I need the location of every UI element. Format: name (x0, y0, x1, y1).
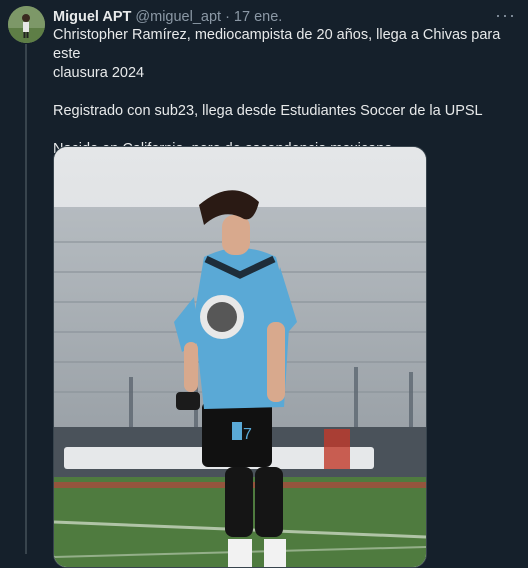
author-handle[interactable]: @miguel_apt (135, 9, 221, 25)
tweet-timestamp[interactable]: 17 ene. (234, 9, 282, 25)
tweet-text: Christopher Ramírez, mediocampista de 20… (53, 26, 515, 159)
avatar-image (8, 6, 45, 43)
player-photo: 7 (54, 147, 426, 567)
thread-line (25, 44, 27, 554)
tweet-media-photo[interactable]: 7 (53, 146, 427, 568)
avatar[interactable] (8, 6, 45, 43)
more-options-icon[interactable]: ··· (495, 5, 516, 26)
tweet-line: Christopher Ramírez, mediocampista de 20… (53, 27, 501, 62)
separator-dot: · (225, 9, 230, 25)
jersey-number: 7 (243, 426, 252, 443)
tweet-header: Miguel APT @miguel_apt · 17 ene. ··· (53, 5, 516, 27)
tweet-line: Registrado con sub23, llega desde Estudi… (53, 103, 483, 119)
author-name[interactable]: Miguel APT (53, 9, 131, 25)
tweet-line: clausura 2024 (53, 65, 145, 81)
